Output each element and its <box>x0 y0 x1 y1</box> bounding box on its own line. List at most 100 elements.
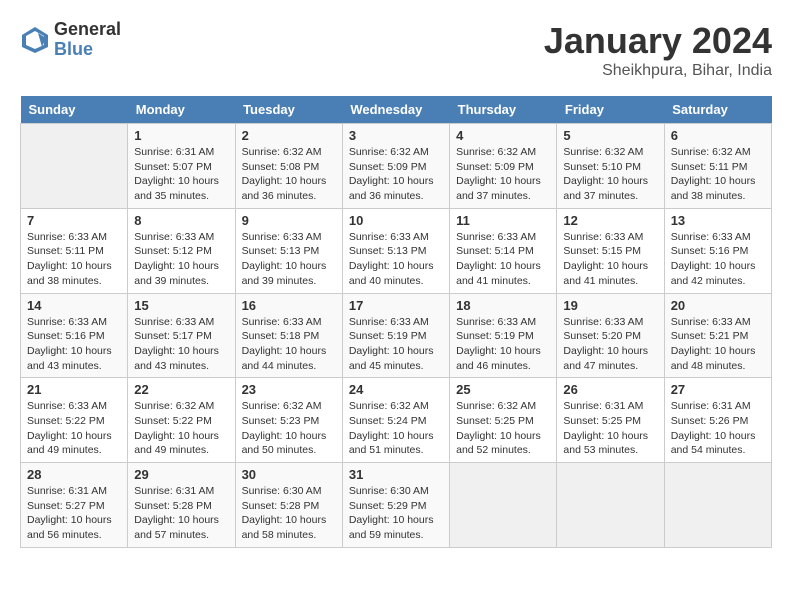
calendar-cell: 26 Sunrise: 6:31 AMSunset: 5:25 PMDayligh… <box>557 378 664 463</box>
calendar-cell: 29Sunrise: 6:31 AMSunset: 5:28 PMDayligh… <box>128 463 235 548</box>
day-info: Sunrise: 6:32 AMSunset: 5:24 PMDaylight:… <box>349 399 443 458</box>
logo-text: General Blue <box>54 20 121 60</box>
calendar-cell: 28Sunrise: 6:31 AMSunset: 5:27 PMDayligh… <box>21 463 128 548</box>
day-number: 18 <box>456 298 550 313</box>
day-info: Sunrise: 6:32 AMSunset: 5:08 PMDaylight:… <box>242 145 336 204</box>
day-number: 31 <box>349 467 443 482</box>
day-info: Sunrise: 6:32 AMSunset: 5:09 PMDaylight:… <box>456 145 550 204</box>
day-of-week-wednesday: Wednesday <box>342 96 449 124</box>
calendar-table: SundayMondayTuesdayWednesdayThursdayFrid… <box>20 96 772 548</box>
day-number: 27 <box>671 382 765 397</box>
day-number: 19 <box>563 298 657 313</box>
day-number: 10 <box>349 213 443 228</box>
day-info: Sunrise: 6:33 AMSunset: 5:15 PMDaylight:… <box>563 230 657 289</box>
day-info: Sunrise: 6:33 AMSunset: 5:21 PMDaylight:… <box>671 315 765 374</box>
day-number: 30 <box>242 467 336 482</box>
day-info: Sunrise: 6:32 AMSunset: 5:10 PMDaylight:… <box>563 145 657 204</box>
calendar-cell: 19 Sunrise: 6:33 AMSunset: 5:20 PMDayligh… <box>557 293 664 378</box>
calendar-cell: 11 Sunrise: 6:33 AMSunset: 5:14 PMDayligh… <box>450 208 557 293</box>
day-of-week-sunday: Sunday <box>21 96 128 124</box>
day-info: Sunrise: 6:33 AMSunset: 5:22 PMDaylight:… <box>27 399 121 458</box>
day-info: Sunrise: 6:33 AMSunset: 5:16 PMDaylight:… <box>671 230 765 289</box>
day-number: 7 <box>27 213 121 228</box>
calendar-cell: 7 Sunrise: 6:33 AMSunset: 5:11 PMDaylight… <box>21 208 128 293</box>
calendar-cell: 4 Sunrise: 6:32 AMSunset: 5:09 PMDaylight… <box>450 124 557 209</box>
day-number: 3 <box>349 128 443 143</box>
day-number: 26 <box>563 382 657 397</box>
day-info: Sunrise: 6:33 AMSunset: 5:20 PMDaylight:… <box>563 315 657 374</box>
calendar-cell: 14Sunrise: 6:33 AMSunset: 5:16 PMDayligh… <box>21 293 128 378</box>
logo-general: General <box>54 20 121 40</box>
calendar-week-5: 28Sunrise: 6:31 AMSunset: 5:27 PMDayligh… <box>21 463 772 548</box>
calendar-week-1: 1 Sunrise: 6:31 AMSunset: 5:07 PMDaylight… <box>21 124 772 209</box>
day-number: 21 <box>27 382 121 397</box>
day-info: Sunrise: 6:32 AMSunset: 5:22 PMDaylight:… <box>134 399 228 458</box>
day-number: 14 <box>27 298 121 313</box>
day-info: Sunrise: 6:31 AMSunset: 5:07 PMDaylight:… <box>134 145 228 204</box>
day-info: Sunrise: 6:33 AMSunset: 5:12 PMDaylight:… <box>134 230 228 289</box>
calendar-cell: 5 Sunrise: 6:32 AMSunset: 5:10 PMDaylight… <box>557 124 664 209</box>
calendar-cell: 8Sunrise: 6:33 AMSunset: 5:12 PMDaylight… <box>128 208 235 293</box>
day-number: 5 <box>563 128 657 143</box>
logo-icon <box>20 25 50 55</box>
day-info: Sunrise: 6:33 AMSunset: 5:11 PMDaylight:… <box>27 230 121 289</box>
day-number: 4 <box>456 128 550 143</box>
day-number: 11 <box>456 213 550 228</box>
day-info: Sunrise: 6:30 AMSunset: 5:28 PMDaylight:… <box>242 484 336 543</box>
calendar-cell: 20 Sunrise: 6:33 AMSunset: 5:21 PMDayligh… <box>664 293 771 378</box>
day-number: 24 <box>349 382 443 397</box>
calendar-cell: 17Sunrise: 6:33 AMSunset: 5:19 PMDayligh… <box>342 293 449 378</box>
calendar-cell <box>557 463 664 548</box>
logo-blue: Blue <box>54 40 121 60</box>
calendar-cell: 18 Sunrise: 6:33 AMSunset: 5:19 PMDayligh… <box>450 293 557 378</box>
day-number: 22 <box>134 382 228 397</box>
day-number: 16 <box>242 298 336 313</box>
day-info: Sunrise: 6:32 AMSunset: 5:11 PMDaylight:… <box>671 145 765 204</box>
calendar-cell: 27 Sunrise: 6:31 AMSunset: 5:26 PMDayligh… <box>664 378 771 463</box>
calendar-cell <box>450 463 557 548</box>
days-of-week-row: SundayMondayTuesdayWednesdayThursdayFrid… <box>21 96 772 124</box>
calendar-body: 1 Sunrise: 6:31 AMSunset: 5:07 PMDaylight… <box>21 124 772 548</box>
calendar-cell: 15Sunrise: 6:33 AMSunset: 5:17 PMDayligh… <box>128 293 235 378</box>
day-number: 25 <box>456 382 550 397</box>
day-number: 13 <box>671 213 765 228</box>
day-info: Sunrise: 6:31 AMSunset: 5:26 PMDaylight:… <box>671 399 765 458</box>
day-info: Sunrise: 6:33 AMSunset: 5:17 PMDaylight:… <box>134 315 228 374</box>
location-subtitle: Sheikhpura, Bihar, India <box>544 62 772 80</box>
day-number: 23 <box>242 382 336 397</box>
day-info: Sunrise: 6:33 AMSunset: 5:13 PMDaylight:… <box>242 230 336 289</box>
day-number: 9 <box>242 213 336 228</box>
day-number: 2 <box>242 128 336 143</box>
month-year-title: January 2024 <box>544 20 772 62</box>
day-info: Sunrise: 6:33 AMSunset: 5:14 PMDaylight:… <box>456 230 550 289</box>
logo: General Blue <box>20 20 121 60</box>
calendar-cell <box>21 124 128 209</box>
calendar-cell: 12Sunrise: 6:33 AMSunset: 5:15 PMDayligh… <box>557 208 664 293</box>
calendar-cell: 9 Sunrise: 6:33 AMSunset: 5:13 PMDaylight… <box>235 208 342 293</box>
day-info: Sunrise: 6:33 AMSunset: 5:18 PMDaylight:… <box>242 315 336 374</box>
calendar-week-2: 7 Sunrise: 6:33 AMSunset: 5:11 PMDaylight… <box>21 208 772 293</box>
day-number: 29 <box>134 467 228 482</box>
day-info: Sunrise: 6:31 AMSunset: 5:25 PMDaylight:… <box>563 399 657 458</box>
day-info: Sunrise: 6:33 AMSunset: 5:19 PMDaylight:… <box>349 315 443 374</box>
day-number: 1 <box>134 128 228 143</box>
day-info: Sunrise: 6:32 AMSunset: 5:09 PMDaylight:… <box>349 145 443 204</box>
day-info: Sunrise: 6:32 AMSunset: 5:25 PMDaylight:… <box>456 399 550 458</box>
day-number: 20 <box>671 298 765 313</box>
calendar-cell: 3 Sunrise: 6:32 AMSunset: 5:09 PMDaylight… <box>342 124 449 209</box>
day-number: 6 <box>671 128 765 143</box>
calendar-cell: 22 Sunrise: 6:32 AMSunset: 5:22 PMDayligh… <box>128 378 235 463</box>
day-of-week-friday: Friday <box>557 96 664 124</box>
calendar-cell: 24 Sunrise: 6:32 AMSunset: 5:24 PMDayligh… <box>342 378 449 463</box>
calendar-week-3: 14Sunrise: 6:33 AMSunset: 5:16 PMDayligh… <box>21 293 772 378</box>
calendar-cell: 25 Sunrise: 6:32 AMSunset: 5:25 PMDayligh… <box>450 378 557 463</box>
day-info: Sunrise: 6:33 AMSunset: 5:19 PMDaylight:… <box>456 315 550 374</box>
calendar-cell: 21 Sunrise: 6:33 AMSunset: 5:22 PMDayligh… <box>21 378 128 463</box>
page-header: General Blue January 2024 Sheikhpura, Bi… <box>20 20 772 80</box>
calendar-cell: 30 Sunrise: 6:30 AMSunset: 5:28 PMDayligh… <box>235 463 342 548</box>
calendar-cell <box>664 463 771 548</box>
calendar-cell: 1 Sunrise: 6:31 AMSunset: 5:07 PMDaylight… <box>128 124 235 209</box>
calendar-header: SundayMondayTuesdayWednesdayThursdayFrid… <box>21 96 772 124</box>
calendar-week-4: 21 Sunrise: 6:33 AMSunset: 5:22 PMDayligh… <box>21 378 772 463</box>
calendar-cell: 16 Sunrise: 6:33 AMSunset: 5:18 PMDayligh… <box>235 293 342 378</box>
